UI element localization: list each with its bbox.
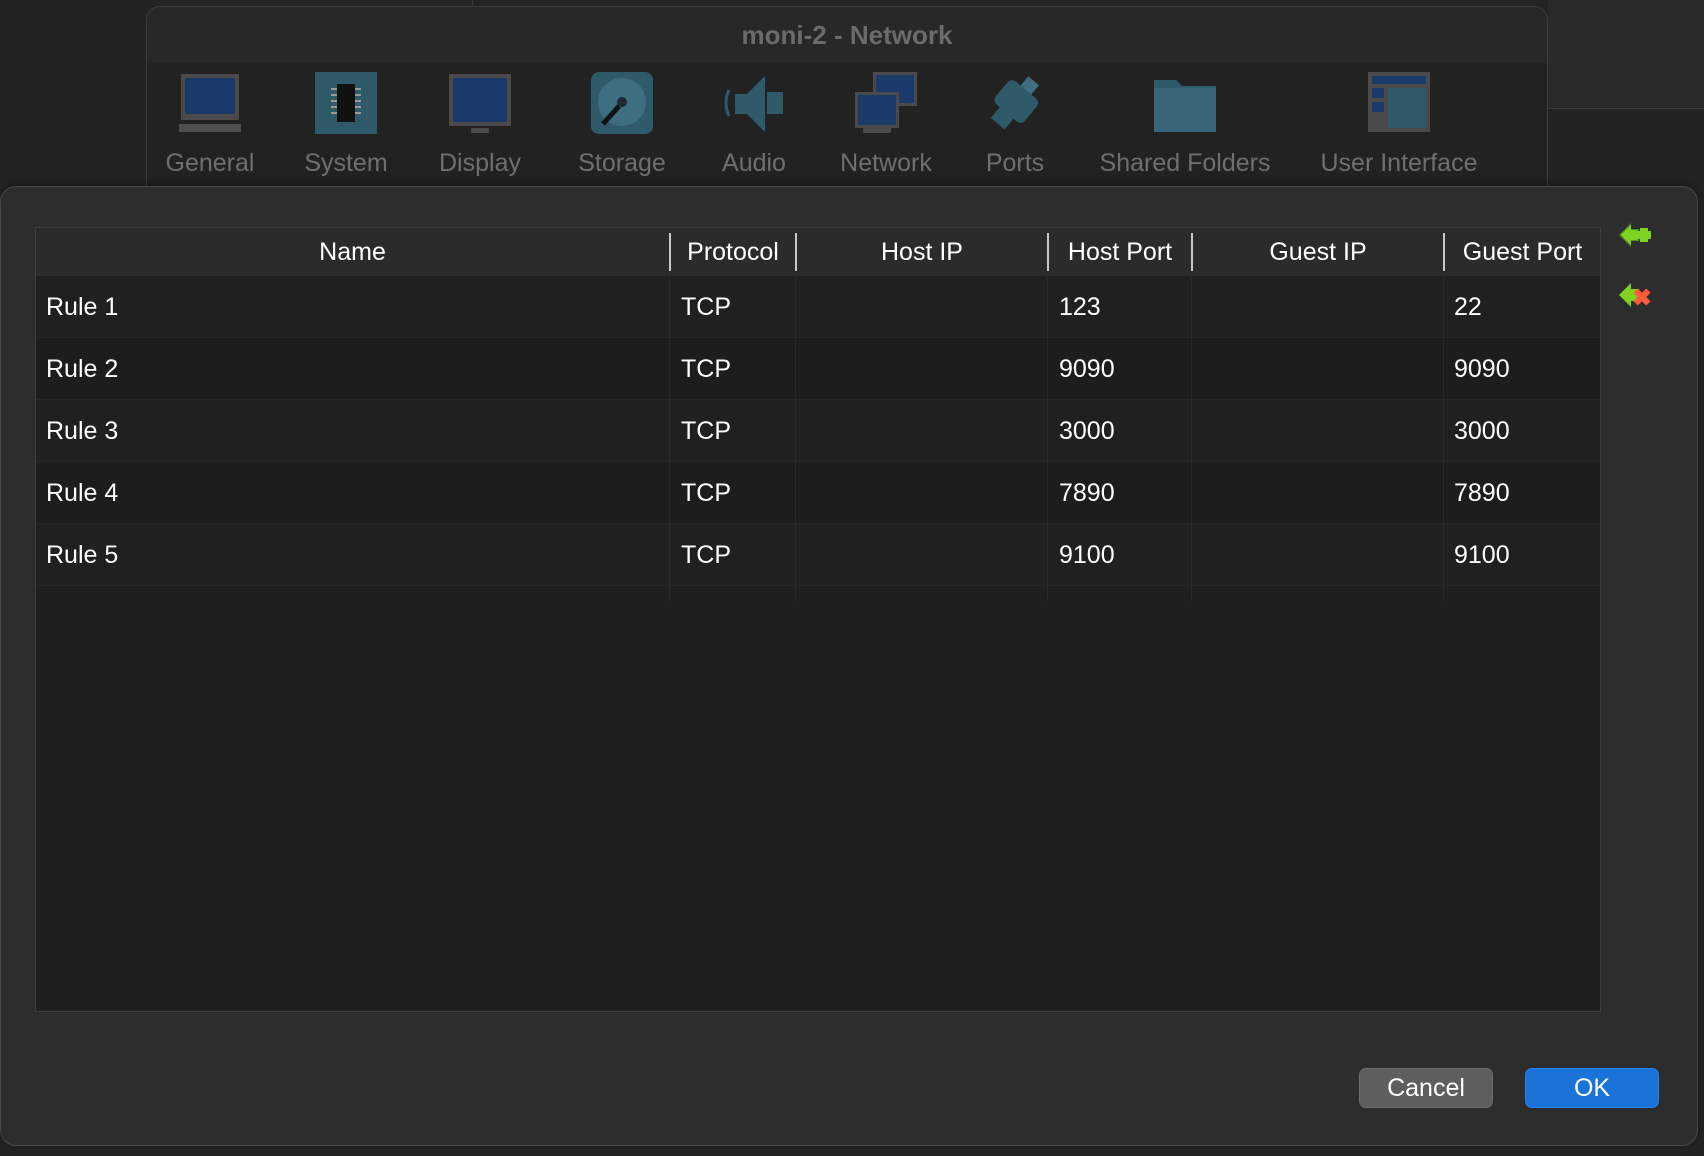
cell-protocol[interactable]: TCP [681,524,731,586]
cell-host-port[interactable]: 9100 [1059,524,1115,586]
display-monitor-icon [444,67,516,139]
cell-guest-port[interactable]: 3000 [1454,400,1510,462]
column-header-guest-ip[interactable]: Guest IP [1193,228,1443,276]
toolbar-item-system[interactable]: System [301,67,391,178]
rules-table[interactable]: Name Protocol Host IP Host Port Guest IP… [35,227,1601,1012]
cell-rule-name[interactable]: Rule 3 [46,400,118,462]
column-header-host-ip[interactable]: Host IP [797,228,1047,276]
toolbar-item-shared-folders[interactable]: Shared Folders [1085,67,1285,178]
toolbar-item-display[interactable]: Display [435,67,525,178]
cancel-button[interactable]: Cancel [1359,1068,1493,1108]
cell-host-port[interactable]: 7890 [1059,462,1115,524]
column-header-host-port[interactable]: Host Port [1049,228,1191,276]
row-divider [36,585,1600,586]
cell-guest-port[interactable]: 22 [1454,276,1482,338]
remove-rule-button[interactable] [1615,277,1655,317]
table-header: Name Protocol Host IP Host Port Guest IP… [36,228,1600,277]
grid-line [795,276,796,601]
port-forwarding-dialog: Name Protocol Host IP Host Port Guest IP… [0,186,1698,1146]
table-row[interactable]: Rule 1 TCP 123 22 [36,276,1600,338]
cell-host-port[interactable]: 123 [1059,276,1101,338]
ports-connector-icon [979,67,1051,139]
column-header-protocol[interactable]: Protocol [671,228,795,276]
storage-disk-icon [586,67,658,139]
cell-protocol[interactable]: TCP [681,462,731,524]
network-icon [850,67,922,139]
user-interface-icon [1363,67,1435,139]
add-rule-button[interactable] [1615,217,1655,257]
cell-protocol[interactable]: TCP [681,276,731,338]
settings-window: moni-2 - Network General System Display [146,6,1548,206]
table-row[interactable]: Rule 4 TCP 7890 7890 [36,462,1600,524]
cell-rule-name[interactable]: Rule 5 [46,524,118,586]
titlebar: moni-2 - Network [147,7,1547,63]
cell-rule-name[interactable]: Rule 4 [46,462,118,524]
toolbar-item-storage[interactable]: Storage [567,67,677,178]
column-header-name[interactable]: Name [36,228,669,276]
grid-line [1443,276,1444,601]
table-row[interactable]: Rule 5 TCP 9100 9100 [36,524,1600,586]
grid-line [1047,276,1048,601]
cell-guest-port[interactable]: 9100 [1454,524,1510,586]
column-header-guest-port[interactable]: Guest Port [1445,228,1600,276]
toolbar-item-network[interactable]: Network [826,67,946,178]
cell-rule-name[interactable]: Rule 1 [46,276,118,338]
grid-line [669,276,670,601]
audio-speaker-icon [718,67,790,139]
settings-toolbar: General System Display Storage Audio Net… [147,63,1547,205]
cell-guest-port[interactable]: 9090 [1454,338,1510,400]
background-window-panel [1548,0,1704,109]
cell-protocol[interactable]: TCP [681,338,731,400]
toolbar-item-audio[interactable]: Audio [709,67,799,178]
toolbar-item-user-interface[interactable]: User Interface [1309,67,1489,178]
toolbar-item-ports[interactable]: Ports [965,67,1065,178]
cell-protocol[interactable]: TCP [681,400,731,462]
system-chip-icon [310,67,382,139]
remove-rule-icon [1617,277,1653,318]
toolbar-item-general[interactable]: General [165,67,255,178]
cell-host-port[interactable]: 9090 [1059,338,1115,400]
cell-rule-name[interactable]: Rule 2 [46,338,118,400]
table-row[interactable]: Rule 3 TCP 3000 3000 [36,400,1600,462]
grid-line [1191,276,1192,601]
add-rule-icon [1617,217,1653,258]
ok-button[interactable]: OK [1525,1068,1659,1108]
window-title: moni-2 - Network [741,19,953,50]
general-icon [174,67,246,139]
cell-host-port[interactable]: 3000 [1059,400,1115,462]
shared-folder-icon [1149,67,1221,139]
cell-guest-port[interactable]: 7890 [1454,462,1510,524]
table-row[interactable]: Rule 2 TCP 9090 9090 [36,338,1600,400]
